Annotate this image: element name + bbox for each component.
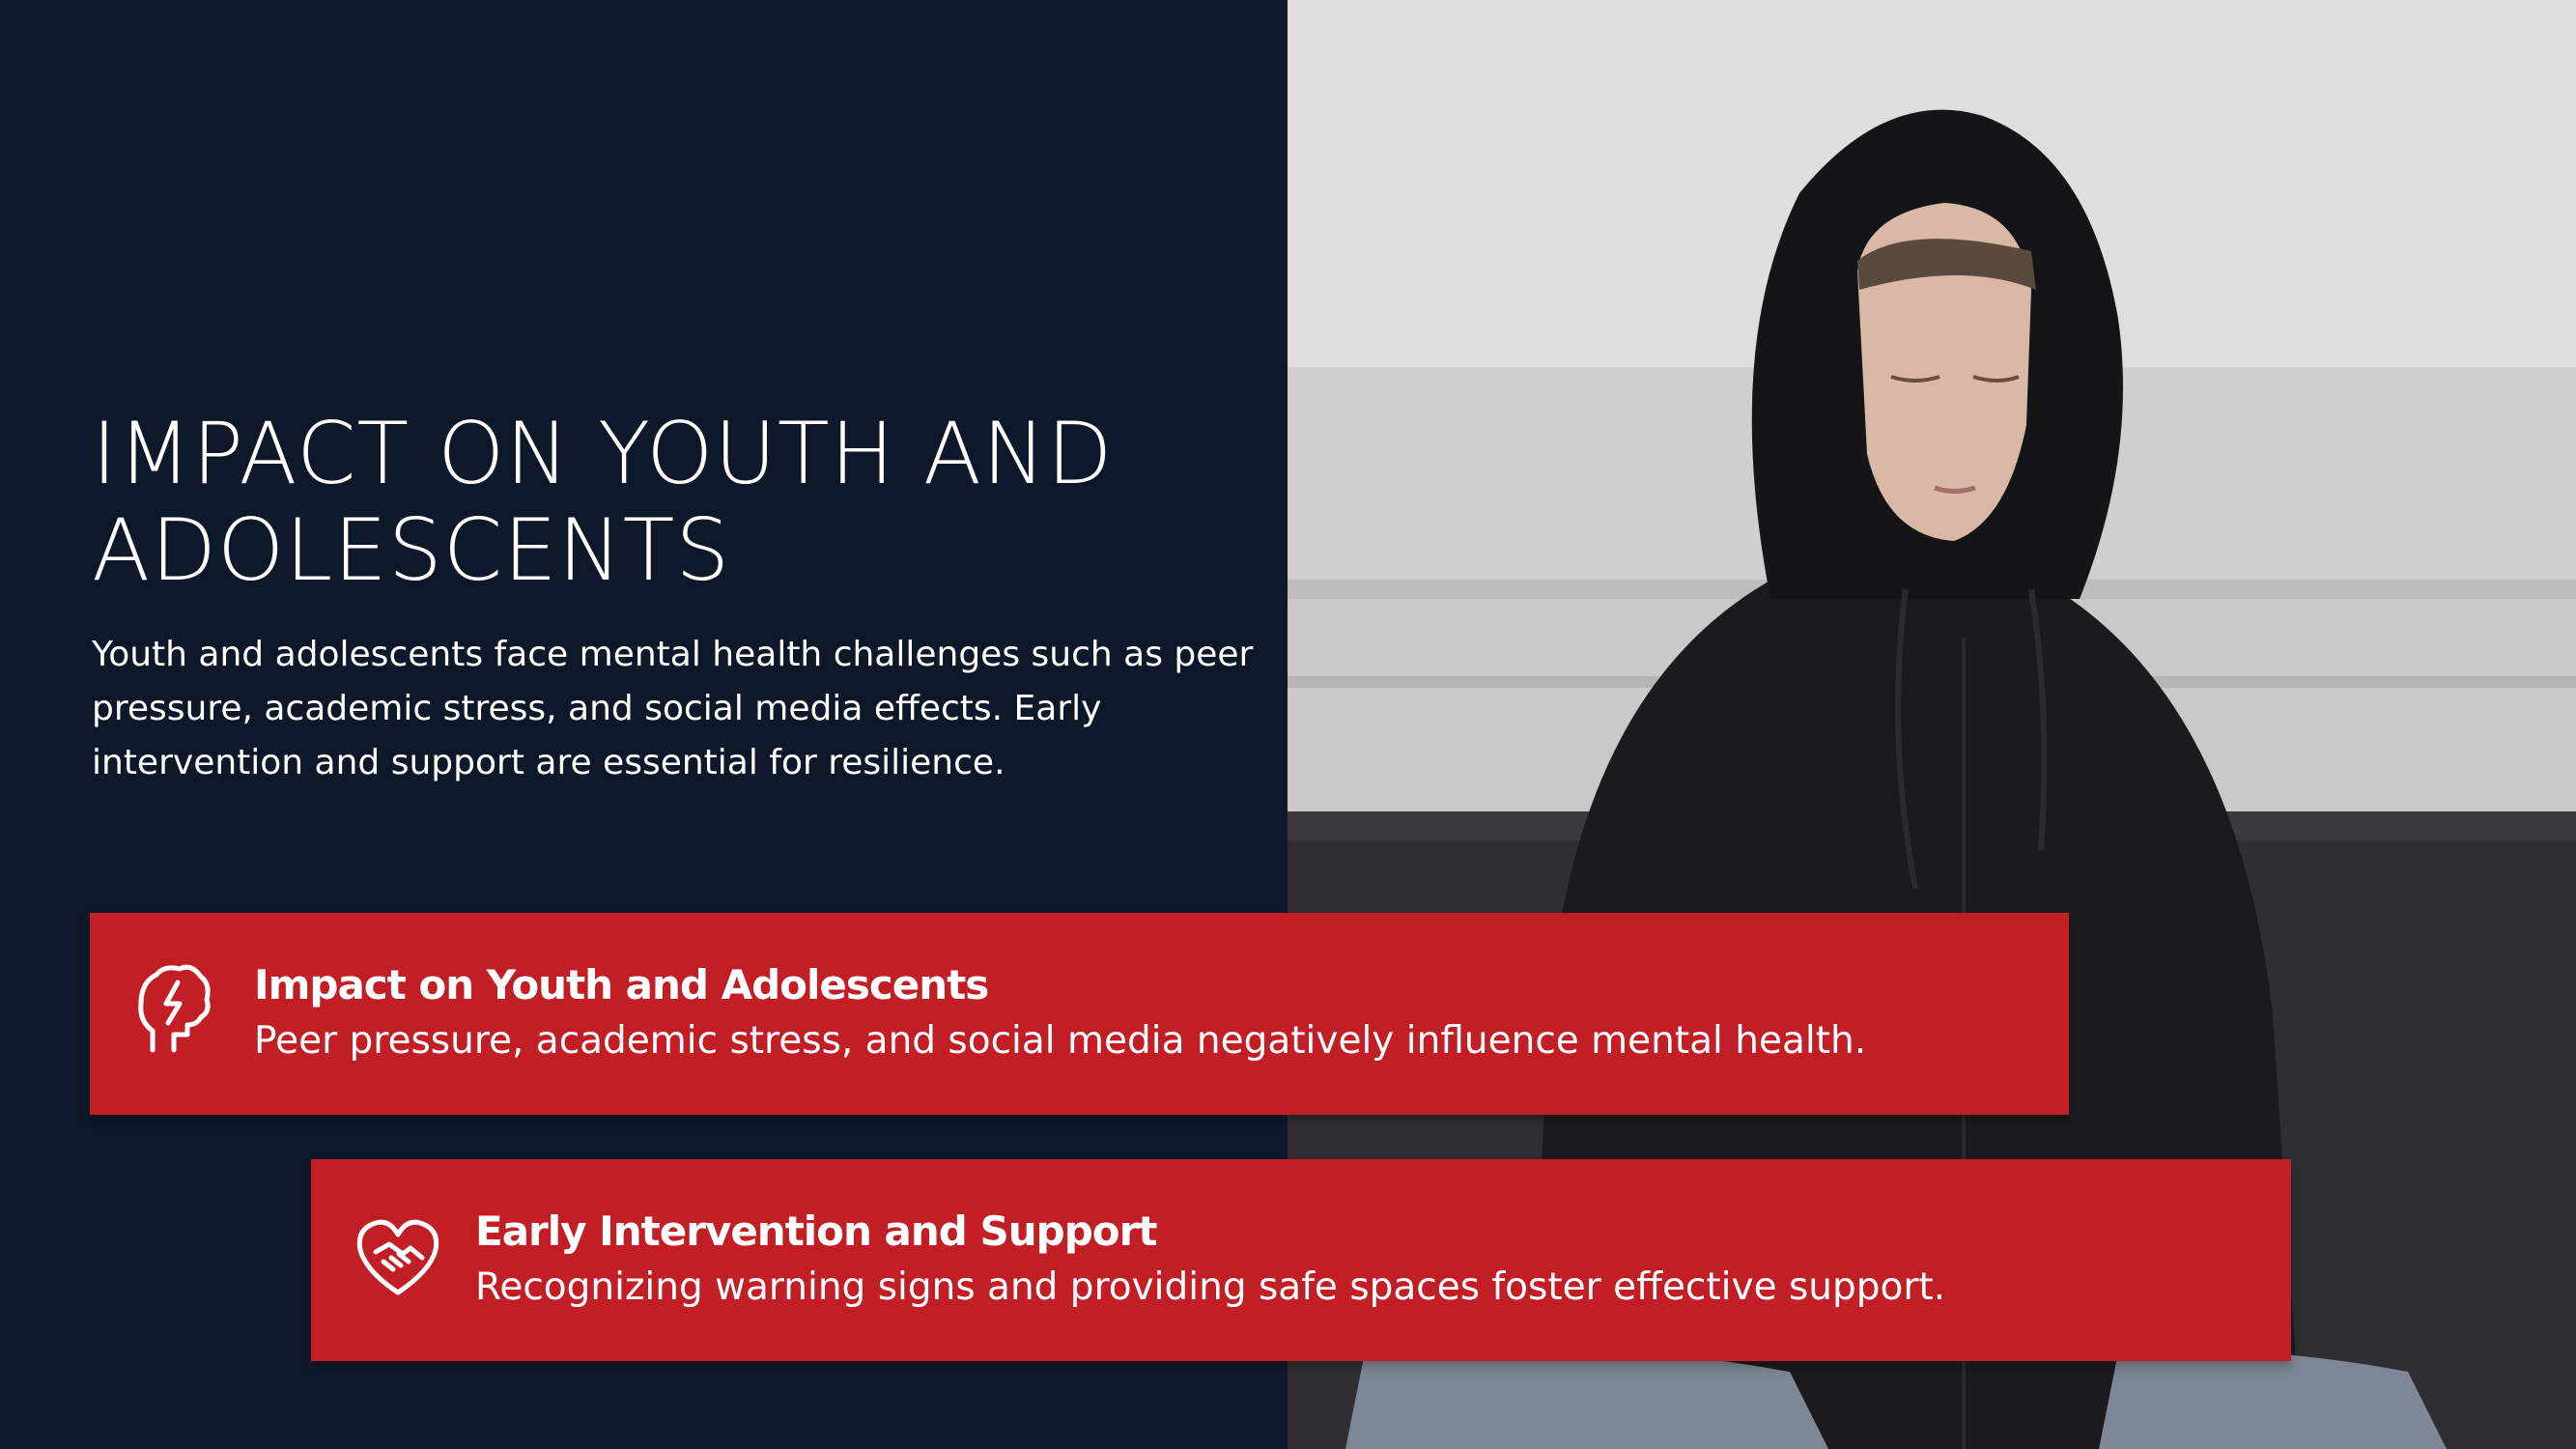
card-text: Recognizing warning signs and providing … [475,1265,1946,1309]
card-text: Peer pressure, academic stress, and soci… [254,1019,1867,1063]
brain-lightning-icon [133,961,211,1058]
page-subtitle: Youth and adolescents face mental health… [92,635,1254,782]
page-title: IMPACT ON YOUTH AND ADOLESCENTS [92,404,1114,600]
heart-handshake-icon [354,1208,439,1304]
card-title: Impact on Youth and Adolescents [254,961,989,1009]
card-title: Early Intervention and Support [475,1208,1157,1255]
card-early-intervention: Early Intervention and Support Recognizi… [311,1159,2291,1361]
card-impact-youth: Impact on Youth and Adolescents Peer pre… [90,913,2069,1115]
